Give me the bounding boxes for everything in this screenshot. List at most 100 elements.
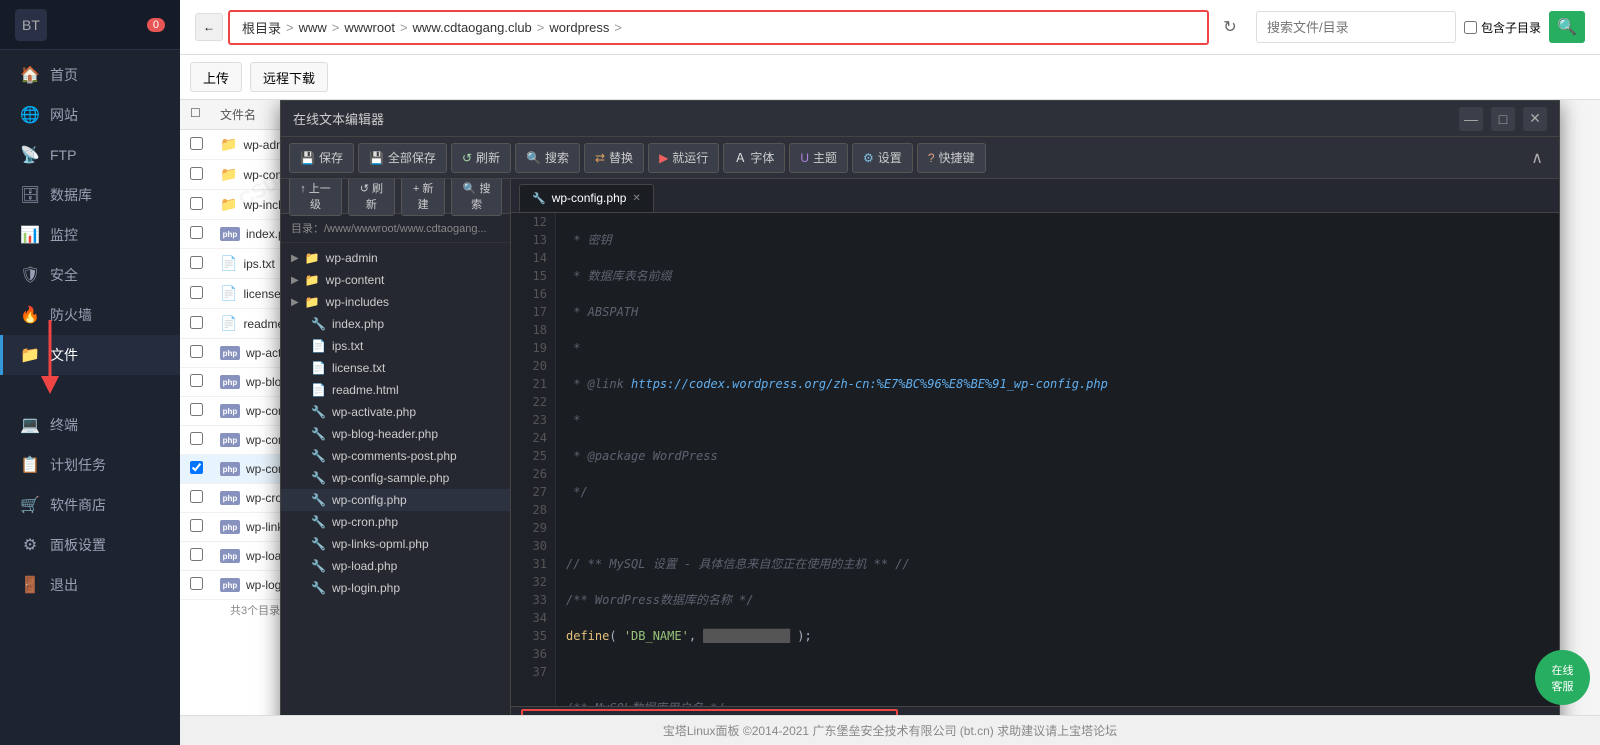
tree-item-wp-comments[interactable]: 🔧 wp-comments-post.php xyxy=(281,445,510,467)
collapse-button[interactable]: ∧ xyxy=(1523,145,1551,171)
tree-item-license-txt[interactable]: 📄 license.txt xyxy=(281,357,510,379)
sidebar-item-security[interactable]: 🛡 安全 xyxy=(0,255,180,295)
theme-button[interactable]: U 主题 xyxy=(789,143,848,173)
search-area: 包含子目录 🔍 xyxy=(1256,11,1585,43)
sidebar-item-terminal[interactable]: 💻 终端 xyxy=(0,405,180,445)
sidebar-item-files[interactable]: 📁 文件 xyxy=(0,335,180,375)
tree-item-wp-activate-php[interactable]: 🔧 wp-activate.php xyxy=(281,401,510,423)
file-checkbox xyxy=(190,490,220,506)
save-all-button[interactable]: 💾 全部保存 xyxy=(358,143,447,173)
settings-button[interactable]: ⚙ 设置 xyxy=(852,143,913,173)
tree-item-index-php[interactable]: 🔧 index.php xyxy=(281,313,510,335)
search-button[interactable]: 🔍 xyxy=(1549,11,1585,43)
main-content: ← 根目录 > www > wwwroot > www.cdtaogang.cl… xyxy=(180,0,1600,745)
tree-item-label: wp-config.php xyxy=(332,493,407,507)
search-input[interactable] xyxy=(1256,11,1456,43)
replace-button[interactable]: ⇄ 替换 xyxy=(584,143,644,173)
file-checkbox xyxy=(190,137,220,153)
php-icon: php xyxy=(220,491,240,505)
tab-filename: wp-config.php xyxy=(552,191,627,205)
tree-item-readme-html[interactable]: 📄 readme.html xyxy=(281,379,510,401)
font-button[interactable]: Ａ 字体 xyxy=(723,143,785,173)
php-icon: php xyxy=(220,520,240,534)
editor-tabs: 🔧 wp-config.php ✕ xyxy=(511,179,1559,213)
breadcrumb-wordpress[interactable]: wordpress xyxy=(549,20,609,35)
remote-download-button[interactable]: 远程下载 xyxy=(250,62,328,92)
run-icon: ▶ xyxy=(659,151,668,165)
include-subdirs-checkbox[interactable] xyxy=(1464,21,1477,34)
tree-search-button[interactable]: 🔍 搜索 xyxy=(451,179,502,216)
file-checkbox xyxy=(190,345,220,361)
tree-item-wp-cron[interactable]: 🔧 wp-cron.php xyxy=(281,511,510,533)
run-button[interactable]: ▶ 就运行 xyxy=(648,143,719,173)
sidebar-item-website[interactable]: 🌐 网站 xyxy=(0,95,180,135)
top-bar: ← 根目录 > www > wwwroot > www.cdtaogang.cl… xyxy=(180,0,1600,55)
online-support-button[interactable]: 在线 客服 xyxy=(1535,650,1590,705)
refresh-button[interactable]: ↺ 刷新 xyxy=(451,143,511,173)
sidebar-item-database[interactable]: 🗄 数据库 xyxy=(0,175,180,215)
sidebar-item-monitor[interactable]: 📊 监控 xyxy=(0,215,180,255)
sidebar-item-logout[interactable]: 🚪 退出 xyxy=(0,565,180,605)
file-checkbox xyxy=(190,197,220,213)
code-area[interactable]: 12131415 16171819 20212223 24252627 2829… xyxy=(511,213,1559,706)
breadcrumb-www[interactable]: www xyxy=(299,20,327,35)
search-button[interactable]: 🔍 搜索 xyxy=(515,143,580,173)
close-button[interactable]: ✕ xyxy=(1523,107,1547,131)
tree-up-button[interactable]: ↑ 上一级 xyxy=(289,179,342,216)
tree-item-wp-config[interactable]: 🔧 wp-config.php xyxy=(281,489,510,511)
tab-wp-config[interactable]: 🔧 wp-config.php ✕ xyxy=(519,184,654,212)
back-button[interactable]: ← xyxy=(195,13,223,41)
refresh-button[interactable]: ↻ xyxy=(1214,11,1246,43)
sidebar-item-store[interactable]: 🛒 软件商店 xyxy=(0,485,180,525)
tree-item-wp-config-sample[interactable]: 🔧 wp-config-sample.php xyxy=(281,467,510,489)
store-icon: 🛒 xyxy=(20,495,40,515)
tab-php-icon: 🔧 xyxy=(532,192,546,205)
col-check: ☐ xyxy=(190,106,220,123)
tree-item-wp-login[interactable]: 🔧 wp-login.php xyxy=(281,577,510,599)
minimize-button[interactable]: — xyxy=(1459,107,1483,131)
file-toolbar: 上传 远程下载 xyxy=(180,55,1600,100)
sidebar-item-firewall[interactable]: 🔥 防火墙 xyxy=(0,295,180,335)
save-button[interactable]: 💾 保存 xyxy=(289,143,354,173)
file-checkbox xyxy=(190,226,220,242)
online-btn-line1: 在线 xyxy=(1552,662,1574,678)
tree-item-label: wp-links-opml.php xyxy=(332,537,429,551)
tree-item-ips-txt[interactable]: 📄 ips.txt xyxy=(281,335,510,357)
sidebar-item-cron[interactable]: 📋 计划任务 xyxy=(0,445,180,485)
tree-refresh-button[interactable]: ↺ 刷新 xyxy=(348,179,395,216)
upload-button[interactable]: 上传 xyxy=(190,62,242,92)
run-label: 就运行 xyxy=(672,149,708,166)
tree-item-wp-blog-header[interactable]: 🔧 wp-blog-header.php xyxy=(281,423,510,445)
font-icon: Ａ xyxy=(734,149,746,166)
sidebar-item-home[interactable]: 🏠 首页 xyxy=(0,55,180,95)
tree-item-label: wp-activate.php xyxy=(332,405,416,419)
tab-close-button[interactable]: ✕ xyxy=(632,193,640,204)
txt-icon: 📄 xyxy=(220,255,237,272)
maximize-button[interactable]: □ xyxy=(1491,107,1515,131)
code-content[interactable]: * 密钥 * 数据库表名前缀 * ABSPATH * * @link https… xyxy=(556,213,1559,706)
shortcuts-button[interactable]: ? 快捷键 xyxy=(917,143,986,173)
tree-item-wp-content[interactable]: ▶ 📁 wp-content xyxy=(281,269,510,291)
online-editor: 在线文本编辑器 — □ ✕ 💾 保存 💾 全部保存 ↺ xyxy=(280,100,1560,715)
tree-item-wp-includes[interactable]: ▶ 📁 wp-includes xyxy=(281,291,510,313)
breadcrumb-sep5: > xyxy=(614,20,622,35)
sidebar-item-ftp[interactable]: 📡 FTP xyxy=(0,135,180,175)
monitor-icon: 📊 xyxy=(20,225,40,245)
tree-item-wp-admin[interactable]: ▶ 📁 wp-admin xyxy=(281,247,510,269)
breadcrumb-root[interactable]: 根目录 xyxy=(242,18,281,37)
tree-new-button[interactable]: + 新建 xyxy=(401,179,446,216)
status-space: 空格：4 xyxy=(1084,713,1123,716)
sidebar-item-label: 首页 xyxy=(50,65,78,85)
breadcrumb-domain[interactable]: www.cdtaogang.club xyxy=(413,20,532,35)
breadcrumb-wwwroot[interactable]: wwwroot xyxy=(344,20,395,35)
database-icon: 🗄 xyxy=(20,185,40,205)
shortcut-icon: ? xyxy=(928,151,935,165)
tree-item-wp-links[interactable]: 🔧 wp-links-opml.php xyxy=(281,533,510,555)
tree-item-label: wp-admin xyxy=(326,251,378,265)
file-checkbox xyxy=(190,432,220,448)
sidebar-item-panel-settings[interactable]: ⚙ 面板设置 xyxy=(0,525,180,565)
tree-content: ▶ 📁 wp-admin ▶ 📁 wp-content ▶ 📁 w xyxy=(281,243,510,715)
tree-item-wp-load[interactable]: 🔧 wp-load.php xyxy=(281,555,510,577)
ftp-icon: 📡 xyxy=(20,145,40,165)
txt-icon: 📄 xyxy=(220,285,237,302)
